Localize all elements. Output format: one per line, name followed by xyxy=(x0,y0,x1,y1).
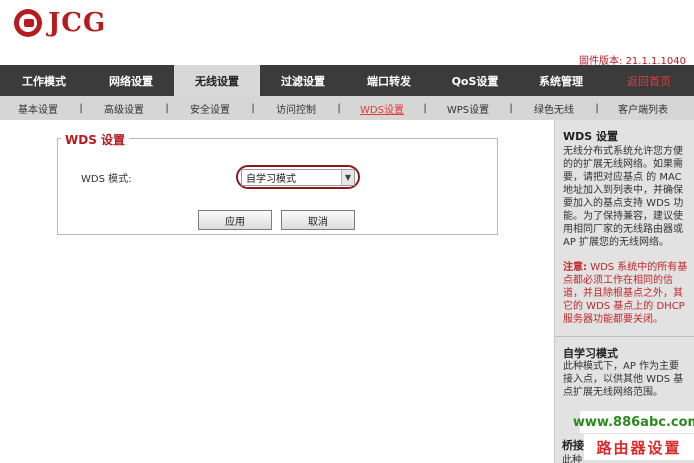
subnav-client-list[interactable]: 客户端列表 xyxy=(602,101,684,116)
subnav-separator: | xyxy=(79,102,83,114)
subnav-wps[interactable]: WPS设置 xyxy=(430,101,506,116)
main-content: WDS 设置 WDS 模式: 自学习模式 ▼ 应用 取消 xyxy=(0,120,554,463)
chevron-down-icon[interactable]: ▼ xyxy=(341,170,354,185)
cancel-button[interactable]: 取消 xyxy=(281,210,355,230)
subnav-separator: | xyxy=(337,102,341,114)
wds-mode-value: 自学习模式 xyxy=(246,174,296,185)
nav-item-port-forward[interactable]: 端口转发 xyxy=(346,65,432,96)
subnav-security[interactable]: 安全设置 xyxy=(172,101,248,116)
subnav-separator: | xyxy=(595,102,599,114)
nav-item-system[interactable]: 系统管理 xyxy=(518,65,604,96)
subnav-advanced[interactable]: 高级设置 xyxy=(86,101,162,116)
help-note: 注意: WDS 系统中的所有基点都必须工作在相同的信道，并且除根基点之外，其它的… xyxy=(563,261,689,326)
jcg-logo-icon xyxy=(14,9,42,37)
help-section3-text: 此种 xyxy=(562,455,582,463)
nav-item-filter[interactable]: 过滤设置 xyxy=(260,65,346,96)
subnav-separator: | xyxy=(165,102,169,114)
subnav-separator: | xyxy=(251,102,255,114)
nav-item-qos[interactable]: QoS设置 xyxy=(432,65,518,96)
help-divider xyxy=(555,336,694,337)
sub-nav: 基本设置 | 高级设置 | 安全设置 | 访问控制 | WDS设置 | WPS设… xyxy=(0,96,694,120)
panel-legend: WDS 设置 xyxy=(61,131,130,148)
apply-button[interactable]: 应用 xyxy=(198,210,272,230)
nav-item-network[interactable]: 网络设置 xyxy=(88,65,174,96)
nav-item-home[interactable]: 返回首页 xyxy=(604,65,694,96)
wds-mode-select[interactable]: 自学习模式 ▼ xyxy=(241,169,355,186)
logo-text: JCG xyxy=(48,8,107,38)
help-section2-text: 此种模式下，AP 作为主要接入点，以供其他 WDS 基点扩展无线网络范围。 xyxy=(563,361,684,398)
help-content: WDS 设置 无线分布式系统允许您方便的的扩展无线网络。如果需要，请把对应基点 … xyxy=(555,130,694,399)
subnav-green-wireless[interactable]: 绿色无线 xyxy=(516,101,592,116)
help-section2-title: 自学习模式 xyxy=(563,347,618,360)
subnav-wds[interactable]: WDS设置 xyxy=(344,101,420,116)
help-text: 无线分布式系统允许您方便的的扩展无线网络。如果需要，请把对应基点 的 MAC 地… xyxy=(563,146,684,248)
watermark-text: 路由器设置 xyxy=(584,434,694,460)
header: JCG 固件版本: 21.1.1.1040 xyxy=(0,0,694,67)
watermark-site: www.886abc.com xyxy=(573,411,694,433)
brand-logo: JCG xyxy=(14,8,106,38)
help-title: WDS 设置 xyxy=(563,130,619,143)
help-note-label: 注意: xyxy=(563,262,587,273)
main-nav: 工作模式 网络设置 无线设置 过滤设置 端口转发 QoS设置 系统管理 返回首页 xyxy=(0,65,694,96)
nav-item-work-mode[interactable]: 工作模式 xyxy=(0,65,88,96)
subnav-basic[interactable]: 基本设置 xyxy=(0,101,76,116)
subnav-access-control[interactable]: 访问控制 xyxy=(258,101,334,116)
subnav-separator: | xyxy=(509,102,513,114)
wds-mode-label: WDS 模式: xyxy=(81,174,132,185)
nav-item-wireless[interactable]: 无线设置 xyxy=(174,65,260,96)
subnav-separator: | xyxy=(423,102,427,114)
